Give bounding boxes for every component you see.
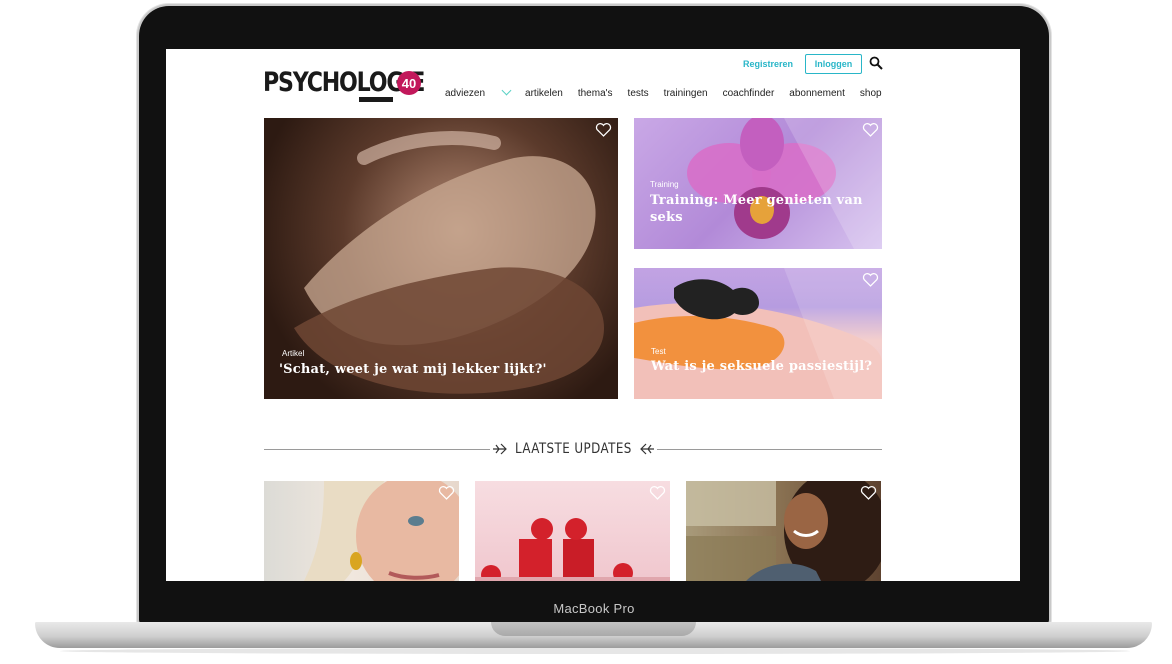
heart-icon[interactable] (862, 122, 879, 138)
featured-card-main[interactable]: Artikel 'Schat, weet je wat mij lekker l… (264, 118, 618, 399)
login-button[interactable]: Inloggen (805, 54, 862, 74)
update-card[interactable] (264, 481, 459, 581)
logo-badge: 40 (397, 71, 421, 95)
card-tag: Training (650, 180, 679, 189)
search-icon[interactable] (869, 56, 883, 70)
update-card[interactable] (475, 481, 670, 581)
divider-right (657, 449, 882, 450)
laptop-base (35, 622, 1152, 648)
card-title: 'Schat, weet je wat mij lekker lijkt?' (279, 362, 547, 377)
nav-item-artikelen[interactable]: artikelen (525, 88, 563, 99)
nav-item-tests[interactable]: tests (628, 88, 649, 99)
red-shapes-image (475, 518, 670, 581)
card-tag: Test (651, 347, 666, 356)
register-link[interactable]: Registreren (743, 59, 793, 69)
nav-item-adviezen[interactable]: adviezen (445, 85, 512, 99)
featured-card-test[interactable]: Test Wat is je seksuele passiestijl? (634, 268, 882, 399)
device-label: MacBook Pro (553, 601, 635, 616)
card-title: Wat is je seksuele passiestijl? (651, 359, 873, 374)
divider-left (264, 449, 490, 450)
main-nav: adviezen artikelen thema's tests trainin… (445, 85, 882, 99)
logo-underline (359, 97, 393, 102)
nav-item-themas[interactable]: thema's (578, 88, 613, 99)
laptop-notch (491, 622, 696, 636)
heart-icon[interactable] (860, 485, 877, 501)
laptop-shadow (60, 648, 1130, 654)
site-logo[interactable]: PSYCHOLOGIE 40 (263, 69, 460, 102)
card-tag: Artikel (282, 349, 305, 358)
smiling-woman-image (686, 481, 881, 581)
chevron-down-icon (501, 85, 512, 96)
featured-card-training[interactable]: Training Training: Meer genieten van sek… (634, 118, 882, 249)
nav-item-coachfinder[interactable]: coachfinder (723, 88, 775, 99)
nav-item-trainingen[interactable]: trainingen (664, 88, 708, 99)
update-card[interactable] (686, 481, 881, 581)
card-title: Training: Meer genieten van seks (650, 193, 863, 225)
nav-item-abonnement[interactable]: abonnement (789, 88, 845, 99)
arrow-right-icon (493, 443, 507, 455)
latest-updates-heading: LAATSTE UPDATES (515, 441, 632, 457)
hands-image (294, 131, 604, 394)
heart-icon[interactable] (862, 272, 879, 288)
website-screen: PSYCHOLOGIE 40 Registreren Inloggen advi… (166, 49, 1020, 581)
illustration-image (634, 268, 882, 399)
woman-portrait-image (304, 481, 459, 581)
nav-item-shop[interactable]: shop (860, 88, 882, 99)
heart-icon[interactable] (438, 485, 455, 501)
heart-icon[interactable] (595, 122, 612, 138)
heart-icon[interactable] (649, 485, 666, 501)
arrow-left-icon (640, 443, 654, 455)
